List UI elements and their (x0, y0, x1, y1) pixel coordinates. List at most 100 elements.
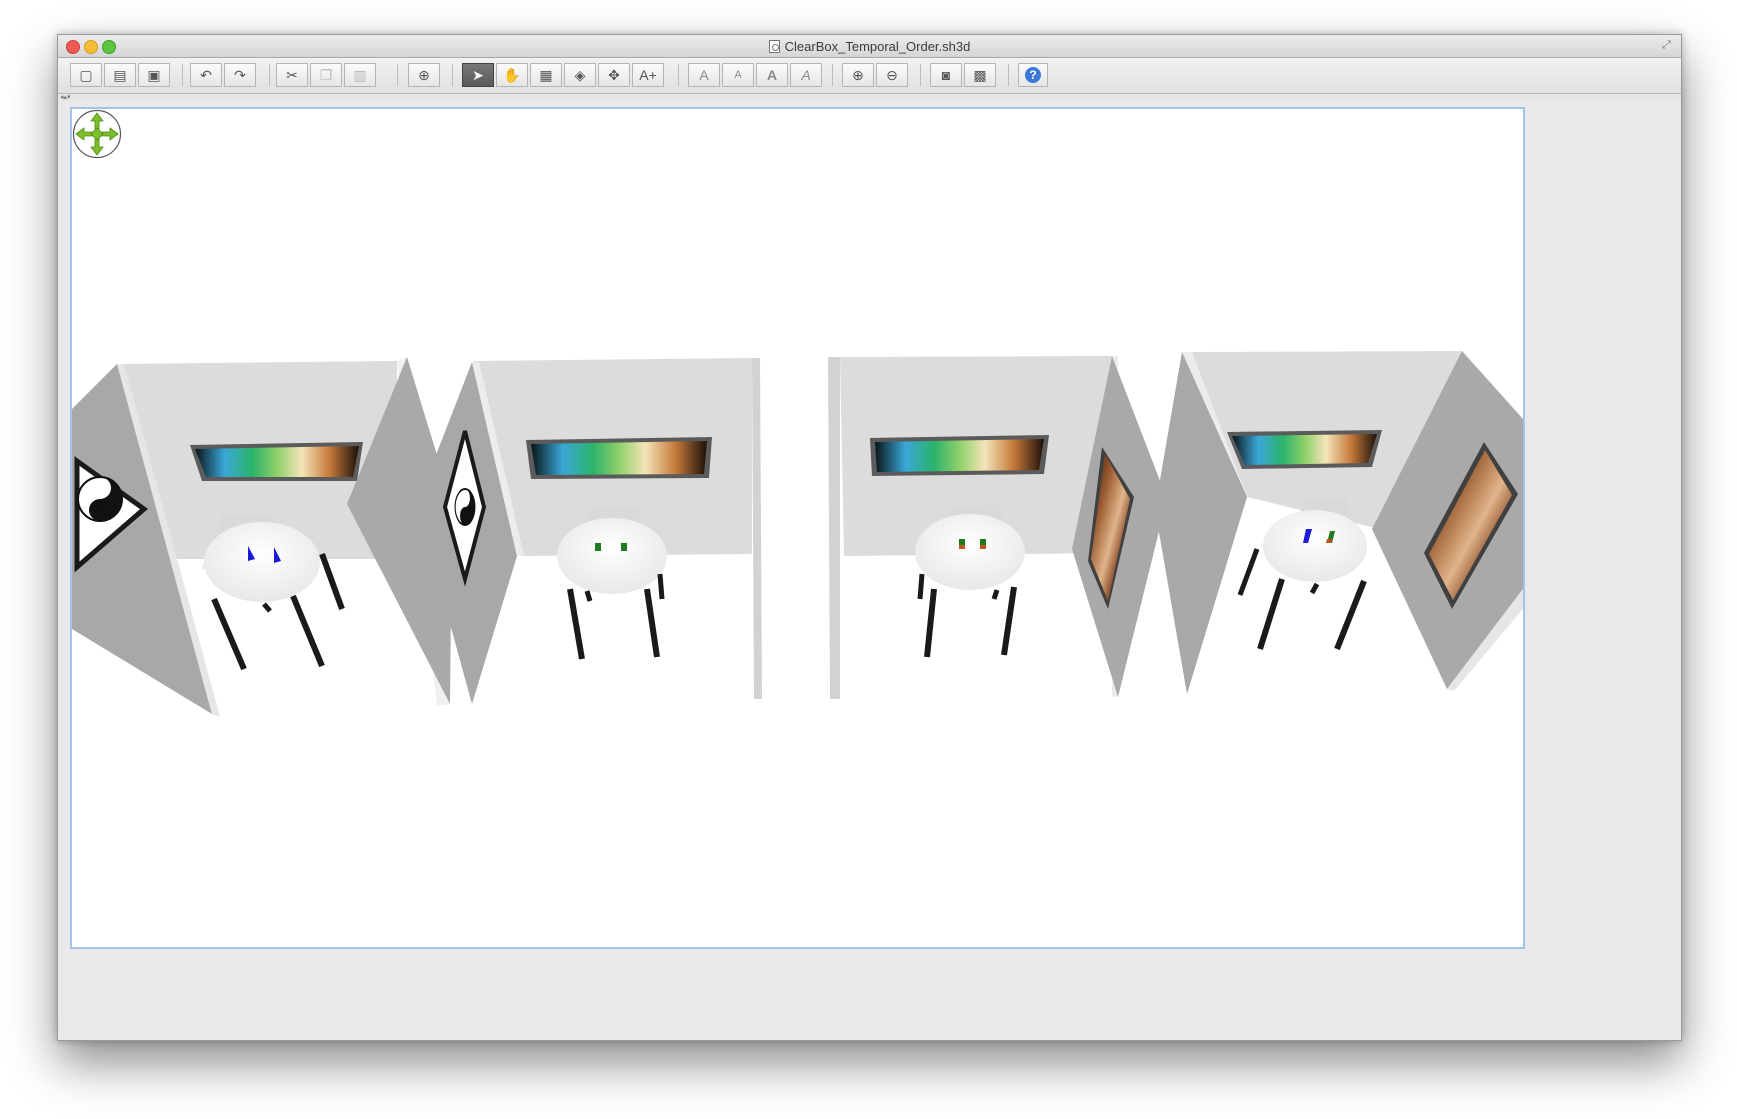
round-table-top[interactable] (204, 522, 320, 602)
text-style-toolbar-group: AAAA (688, 63, 822, 87)
table-leg (991, 589, 1000, 600)
table-leg (584, 590, 593, 602)
zoom-in-icon: ⊕ (852, 66, 864, 83)
walls-icon: ▦ (539, 66, 553, 83)
redo-button[interactable]: ↷ (224, 63, 256, 87)
spectrum-painting[interactable] (531, 441, 707, 475)
orange-band (980, 545, 986, 549)
help-icon: ? (1025, 67, 1041, 83)
3d-scene[interactable] (72, 109, 1523, 947)
orange-band (1326, 539, 1332, 543)
application-window: ClearBox_Temporal_Order.sh3d ⤢ ▢ ▤ ▣ ↶ ↷ ✂ ❐… (57, 34, 1682, 1041)
copy-icon: ❐ (319, 66, 333, 83)
help-button[interactable]: ? (1018, 63, 1048, 87)
table-leg (567, 588, 585, 660)
create-photo-button[interactable]: ◙ (930, 63, 962, 87)
bold-text-button[interactable]: A (756, 63, 788, 87)
toolbar-separator (182, 64, 183, 86)
spectrum-painting[interactable] (195, 446, 359, 477)
booth-left-wall-edge[interactable] (828, 357, 840, 699)
pan-mode-button[interactable]: ✋ (496, 63, 528, 87)
zoom-out-icon: ⊖ (886, 66, 898, 83)
table-leg (1334, 579, 1367, 651)
redo-icon: ↷ (234, 66, 246, 83)
table-leg (1001, 586, 1017, 656)
file-toolbar-group: ▢ ▤ ▣ (70, 63, 170, 87)
collapse-arrow-icon[interactable]: ◂▴▾ (60, 94, 71, 102)
bold-icon: A (766, 67, 778, 83)
booth-2[interactable] (417, 358, 762, 704)
increase-text-size-button[interactable]: A (688, 63, 720, 87)
copy-button[interactable]: ❐ (310, 63, 342, 87)
create-rooms-button[interactable]: ◈ (564, 63, 596, 87)
table-leg (262, 602, 272, 613)
zoom-in-button[interactable]: ⊕ (842, 63, 874, 87)
add-text-button[interactable]: A+ (632, 63, 664, 87)
round-table-top[interactable] (1263, 510, 1367, 582)
rooms-icon: ◈ (574, 66, 586, 83)
furniture-toolbar-group: ⊕ (408, 63, 440, 87)
split-pane-divider[interactable]: ◂▴▾ (58, 94, 1681, 102)
toolbar-separator (920, 64, 921, 86)
navigation-arrows-control[interactable] (72, 109, 122, 159)
decrease-text-size-button[interactable]: A (722, 63, 754, 87)
video-icon: ▩ (973, 66, 987, 83)
cut-button[interactable]: ✂ (276, 63, 308, 87)
new-document-icon: ▢ (79, 66, 93, 83)
toolbar-separator (832, 64, 833, 86)
main-toolbar: ▢ ▤ ▣ ↶ ↷ ✂ ❐ ▥ ⊕ ➤ ✋ ▦ ◈ ✥ A+ AAAA ⊕ ⊖ ◙ ▩ ? (58, 58, 1681, 94)
round-table-top[interactable] (915, 514, 1025, 590)
help-toolbar-group: ? (1018, 63, 1048, 87)
booth-3[interactable] (828, 356, 1167, 699)
toolbar-separator (397, 64, 398, 86)
table-leg (1257, 578, 1285, 650)
undo-button[interactable]: ↶ (190, 63, 222, 87)
add-furniture-button[interactable]: ⊕ (408, 63, 440, 87)
dimension-icon: ✥ (608, 66, 620, 83)
spectrum-painting[interactable] (875, 439, 1044, 472)
text-larger-icon: A (699, 67, 709, 83)
title-bar[interactable]: ClearBox_Temporal_Order.sh3d ⤢ (58, 35, 1681, 58)
camera-icon: ◙ (941, 67, 951, 83)
italic-icon: A (801, 67, 811, 83)
scissors-icon: ✂ (286, 66, 298, 83)
create-walls-button[interactable]: ▦ (530, 63, 562, 87)
save-icon: ▣ (147, 66, 161, 83)
paste-button[interactable]: ▥ (344, 63, 376, 87)
table-leg (1237, 548, 1260, 596)
spectrum-painting[interactable] (1232, 434, 1377, 465)
zoom-out-button[interactable]: ⊖ (876, 63, 908, 87)
green-cylinder-object[interactable] (595, 543, 601, 551)
green-cylinder-object[interactable] (621, 543, 627, 551)
zoom-toolbar-group: ⊕ ⊖ (842, 63, 908, 87)
open-button[interactable]: ▤ (104, 63, 136, 87)
fullscreen-icon[interactable]: ⤢ (1662, 40, 1673, 51)
create-video-button[interactable]: ▩ (964, 63, 996, 87)
table-leg (924, 588, 937, 658)
round-table-top[interactable] (557, 518, 667, 594)
add-text-icon: A+ (639, 67, 657, 83)
save-button[interactable]: ▣ (138, 63, 170, 87)
italic-text-button[interactable]: A (790, 63, 822, 87)
window-title-area: ClearBox_Temporal_Order.sh3d (58, 35, 1681, 57)
toolbar-separator (269, 64, 270, 86)
booth-1[interactable] (72, 357, 452, 717)
3d-view[interactable] (70, 107, 1525, 949)
create-dimensions-button[interactable]: ✥ (598, 63, 630, 87)
select-mode-button[interactable]: ➤ (462, 63, 494, 87)
booth-4[interactable] (1155, 351, 1523, 694)
table-leg (644, 588, 660, 658)
table-leg (290, 594, 325, 668)
table-leg (917, 573, 925, 600)
orange-band (959, 545, 965, 549)
hand-icon: ✋ (503, 66, 521, 83)
add-furniture-icon: ⊕ (418, 66, 430, 83)
yin-yang-icon (454, 488, 476, 526)
clipboard-toolbar-group: ✂ ❐ ▥ (276, 63, 376, 87)
arrow-pointer-icon: ➤ (472, 66, 484, 83)
booth-right-wall-edge[interactable] (752, 358, 762, 699)
camera-toolbar-group: ◙ ▩ (930, 63, 996, 87)
new-home-button[interactable]: ▢ (70, 63, 102, 87)
table-leg (657, 573, 665, 600)
folder-icon: ▤ (113, 66, 127, 83)
